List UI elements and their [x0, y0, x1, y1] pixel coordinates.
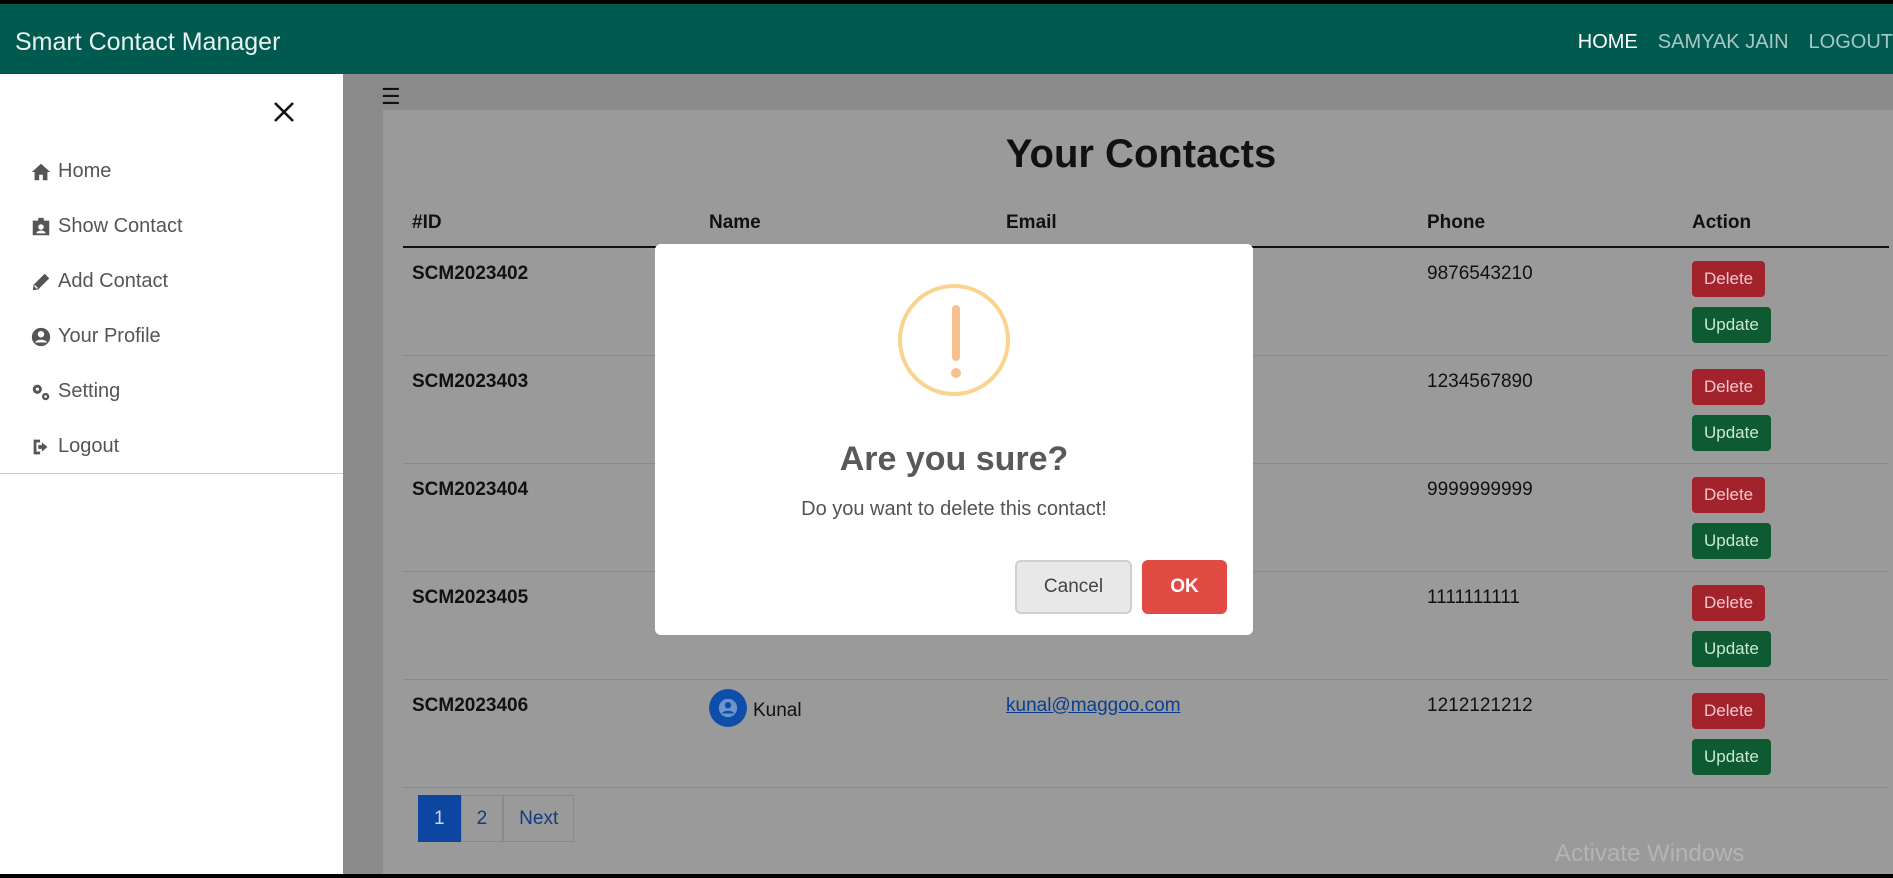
delete-button[interactable]: Delete: [1692, 584, 1766, 621]
nav-user-link[interactable]: SAMYAK JAIN: [1658, 31, 1789, 54]
top-navbar: Smart Contact Manager HOME SAMYAK JAIN L…: [0, 0, 1893, 74]
sidebar-item-label: Show Contact: [58, 215, 183, 237]
user-icon: [718, 698, 738, 717]
dialog-title: Are you sure?: [839, 440, 1069, 478]
column-header-name: Name: [700, 200, 997, 248]
contact-id: SCM2023406: [403, 679, 700, 788]
contact-phone: 9876543210: [1418, 247, 1683, 356]
delete-button[interactable]: Delete: [1692, 692, 1766, 729]
contact-actions: Delete Update: [1683, 355, 1889, 464]
update-button[interactable]: Update: [1692, 414, 1771, 451]
sidebar-item-label: Add Contact: [58, 270, 169, 292]
avatar: [709, 688, 747, 727]
home-icon: [31, 163, 51, 180]
column-header-phone: Phone: [1418, 200, 1683, 248]
column-header-action: Action: [1683, 200, 1889, 248]
dialog-message: Do you want to delete this contact!: [801, 498, 1107, 520]
sidebar-item-label: Home: [58, 160, 112, 182]
table-row: SCM2023406 Kunal kunal@maggoo.com 121212…: [403, 679, 1889, 788]
gears-icon: [32, 384, 50, 400]
column-header-id: #ID: [403, 200, 700, 248]
activate-windows-watermark: Activate Windows: [1555, 840, 1745, 867]
sidebar-item-label: Setting: [58, 380, 121, 402]
id-card-icon: [32, 217, 50, 235]
update-button[interactable]: Update: [1692, 738, 1771, 775]
contact-phone: 1234567890: [1418, 355, 1683, 464]
next-page-link[interactable]: Next: [503, 795, 575, 842]
delete-button[interactable]: Delete: [1692, 476, 1766, 513]
page-2-link[interactable]: 2: [460, 795, 504, 842]
app-brand[interactable]: Smart Contact Manager: [15, 28, 280, 57]
user-circle-icon: [31, 327, 51, 346]
pagination: 1 2 Next: [418, 795, 575, 842]
contact-actions: Delete Update: [1683, 247, 1889, 356]
page-title: Your Contacts: [1005, 132, 1277, 176]
confirm-delete-dialog: Are you sure? Do you want to delete this…: [655, 244, 1253, 635]
contact-email: kunal@maggoo.com: [997, 679, 1418, 788]
close-icon[interactable]: [272, 100, 296, 124]
update-button[interactable]: Update: [1692, 307, 1771, 343]
contact-name-text: Kunal: [753, 699, 802, 721]
update-button[interactable]: Update: [1692, 522, 1771, 559]
delete-button[interactable]: Delete: [1692, 261, 1766, 297]
sidebar-item-show-contact[interactable]: Show Contact: [30, 199, 183, 254]
warning-icon-dot: [951, 368, 961, 378]
table-header-row: #ID Name Email Phone Action: [403, 200, 1889, 248]
sidebar-item-label: Your Profile: [58, 325, 161, 347]
contact-actions: Delete Update: [1683, 679, 1889, 788]
warning-icon: [898, 284, 1010, 396]
page-1-link[interactable]: 1: [418, 795, 461, 842]
contact-actions: Delete Update: [1683, 571, 1889, 680]
column-header-email: Email: [997, 200, 1418, 248]
contact-phone: 1212121212: [1418, 679, 1683, 788]
sidebar: Home Show Contact Add Contact Your Profi…: [0, 74, 343, 874]
hamburger-menu-icon[interactable]: ☰: [381, 84, 401, 110]
sidebar-divider: [0, 473, 343, 474]
top-nav-links: HOME SAMYAK JAIN LOGOUT: [1578, 31, 1893, 54]
sidebar-item-add-contact[interactable]: Add Contact: [30, 254, 183, 309]
ok-button[interactable]: OK: [1142, 560, 1227, 614]
sidebar-item-setting[interactable]: Setting: [30, 364, 183, 419]
sidebar-item-your-profile[interactable]: Your Profile: [30, 309, 183, 364]
contact-actions: Delete Update: [1683, 463, 1889, 572]
sidebar-item-home[interactable]: Home: [30, 144, 183, 199]
sign-out-icon: [33, 439, 48, 454]
contact-name: Kunal: [700, 679, 997, 788]
contact-phone: 1111111111: [1418, 571, 1683, 680]
pencil-icon: [32, 273, 50, 290]
contact-phone: 9999999999: [1418, 463, 1683, 572]
contact-email-link[interactable]: kunal@maggoo.com: [1006, 695, 1181, 716]
sidebar-item-logout[interactable]: Logout: [30, 419, 183, 474]
cancel-button[interactable]: Cancel: [1015, 560, 1132, 614]
nav-home-link[interactable]: HOME: [1578, 31, 1638, 54]
update-button[interactable]: Update: [1692, 630, 1771, 667]
delete-button[interactable]: Delete: [1692, 368, 1766, 405]
nav-logout-link[interactable]: LOGOUT: [1809, 31, 1893, 54]
warning-icon-bar: [952, 305, 960, 361]
sidebar-item-label: Logout: [58, 435, 120, 457]
